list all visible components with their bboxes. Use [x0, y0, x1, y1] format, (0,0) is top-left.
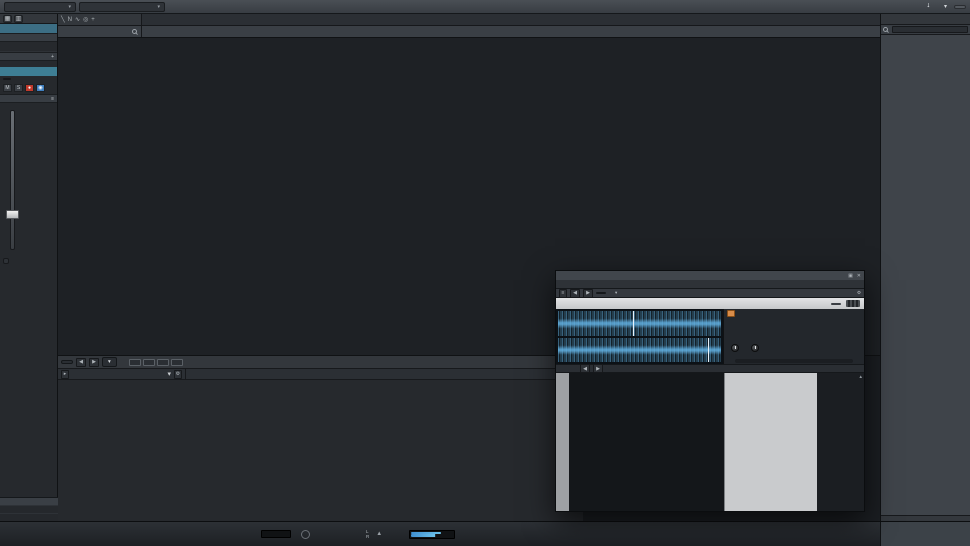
search-icon[interactable]	[132, 29, 137, 34]
scroll-up-icon[interactable]: ▲	[859, 374, 863, 379]
solo-button[interactable]: S	[14, 84, 23, 92]
synth-controls	[724, 373, 817, 511]
pattern-start-row[interactable]	[0, 505, 58, 513]
sample-waveform-display[interactable]	[556, 309, 723, 364]
offset-end-knob[interactable]	[751, 344, 759, 353]
chevron-down-icon: ▾	[68, 3, 71, 10]
prev-preset-button[interactable]: ◀	[570, 288, 580, 298]
song-menu[interactable]: ▾	[944, 3, 947, 10]
note-fx-header[interactable]: +	[0, 52, 57, 61]
variation-dropdown[interactable]: ▾	[102, 357, 117, 367]
prev-variation-button[interactable]: ◀	[76, 357, 86, 367]
upgrade-button[interactable]	[954, 4, 966, 9]
pad-focus-button[interactable]	[831, 302, 841, 305]
mute-button[interactable]: M	[3, 84, 12, 92]
step-display-icon[interactable]	[156, 358, 169, 366]
step-display-icon[interactable]	[128, 358, 141, 366]
pad-color-swatch	[727, 310, 735, 317]
output-level-meter	[409, 529, 456, 539]
pin-icon[interactable]: ▣	[848, 273, 853, 279]
monitor-button[interactable]: ◉	[36, 84, 45, 92]
inspector-track-header[interactable]	[0, 24, 57, 33]
pad-parameters	[723, 309, 864, 364]
workspace-buttons	[880, 522, 970, 546]
performance-meter[interactable]	[261, 530, 291, 538]
bends-checkbox[interactable]	[3, 258, 9, 264]
fader-handle[interactable]	[6, 210, 19, 219]
grid-icon[interactable]: ▦	[3, 14, 12, 23]
close-icon[interactable]: ✕	[857, 273, 861, 279]
studio-one-app: ▾ ▾ ⭣ ▾ ▦ ▥ + M S ● ◉ ≡ ╲ N ∿ ◎ + ◀ ▶ ▾ …	[0, 0, 970, 546]
inspector-panel: ▦ ▥ + M S ● ◉ ≡	[0, 14, 58, 521]
add-icon[interactable]: +	[91, 17, 95, 23]
step-display-icon[interactable]	[170, 358, 183, 366]
instrument-dropdown[interactable]: ▾	[167, 370, 171, 378]
metronome-icon[interactable]: ▲	[376, 531, 382, 537]
pattern-range-footer	[0, 497, 58, 521]
presonus-grill-icon	[846, 300, 860, 307]
pattern-end-row[interactable]	[0, 513, 58, 521]
next-sample-button[interactable]: ▶	[593, 364, 603, 373]
search-icon[interactable]	[883, 27, 888, 32]
instrument-tabs	[556, 280, 864, 289]
parameter-dropdown[interactable]: ▾	[4, 1, 76, 12]
step-display-icon[interactable]	[142, 358, 155, 366]
chevron-down-icon: ▾	[157, 3, 160, 10]
preset-name[interactable]	[596, 292, 606, 294]
effects-tree	[881, 35, 970, 515]
waveform-top[interactable]	[558, 311, 721, 336]
progress-bar	[735, 358, 853, 363]
pattern-editor: ◀ ▶ ▾ ▸ ▾ ⚙	[58, 355, 583, 521]
drums-tab[interactable]	[3, 78, 11, 80]
loop-marker[interactable]	[632, 311, 634, 336]
step-number-ruler	[186, 369, 583, 379]
line-icon[interactable]: N	[68, 17, 72, 23]
next-variation-button[interactable]: ▶	[89, 357, 99, 367]
prev-sample-button[interactable]: ◀	[580, 364, 590, 373]
control-dropdown[interactable]: ▾	[79, 1, 165, 12]
offset-start-knob[interactable]	[731, 344, 739, 353]
arranger-sections	[142, 26, 880, 37]
bank-selector	[556, 373, 569, 511]
inserts-header[interactable]: ≡	[0, 94, 57, 103]
channel-section: M S ● ◉ ≡	[0, 67, 57, 103]
pad-grid	[569, 373, 724, 511]
browser-panel	[880, 14, 970, 521]
cpu-gauge-icon[interactable]	[301, 529, 310, 539]
folder-icon[interactable]: ▸	[61, 369, 69, 379]
target-icon[interactable]: ◎	[83, 16, 88, 23]
gear-icon[interactable]: ⚙	[857, 290, 861, 296]
browser-tabs	[881, 14, 970, 25]
channel-title[interactable]	[0, 67, 57, 76]
pattern-mode-button[interactable]	[61, 360, 73, 364]
draw-icon[interactable]: ╲	[61, 16, 65, 23]
channel-fader[interactable]	[0, 106, 57, 256]
automation-parameter-row[interactable]	[0, 42, 57, 52]
note-dropdown[interactable]: ▾	[615, 290, 617, 296]
transport-bar: L R ▲	[0, 521, 970, 546]
download-icon[interactable]: ⭣	[927, 3, 930, 10]
browser-search-input[interactable]	[892, 26, 968, 33]
waveform-bottom[interactable]	[558, 337, 721, 362]
end-marker[interactable]	[707, 337, 709, 362]
impact-xt-window: ▣ ✕ ≡ ◀ ▶ ▾ ⚙ ◀ ▶ ▲	[555, 270, 865, 512]
arrange-tool-icons: ╲ N ∿ ◎ +	[58, 14, 142, 25]
timeline-ruler[interactable]	[142, 14, 880, 25]
pattern-step-grid	[58, 380, 583, 521]
window-scroll-strip[interactable]: ▲	[817, 373, 864, 511]
fader-track[interactable]	[10, 110, 15, 250]
loop-range-display[interactable]: L R	[366, 529, 369, 540]
record-arm-button[interactable]: ●	[25, 84, 34, 92]
next-preset-button[interactable]: ▶	[583, 288, 593, 298]
midi-icon[interactable]: ≡	[559, 288, 567, 298]
list-icon[interactable]: ▥	[14, 14, 23, 23]
wrench-icon[interactable]: ⚙	[174, 369, 182, 379]
top-toolbar: ▾ ▾ ⭣ ▾	[0, 0, 970, 14]
automation-header	[0, 33, 57, 42]
curve-icon[interactable]: ∿	[75, 16, 80, 23]
